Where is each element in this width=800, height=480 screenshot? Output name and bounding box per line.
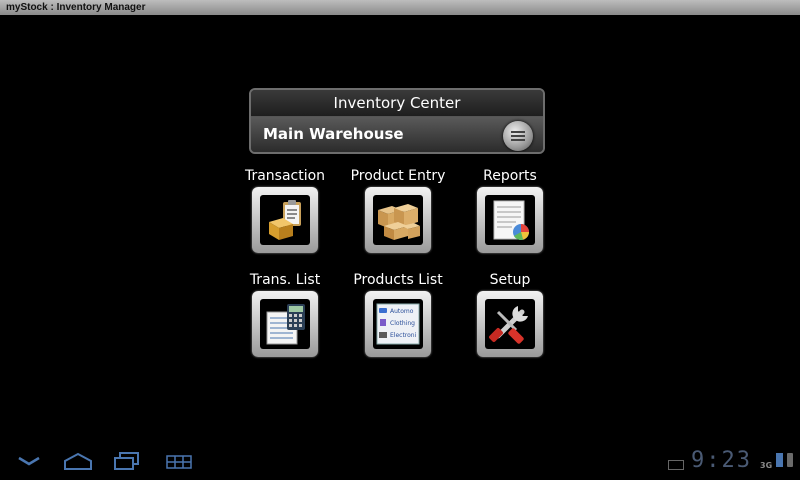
- product-entry-button[interactable]: [365, 187, 431, 253]
- setup-button[interactable]: [477, 291, 543, 357]
- back-icon[interactable]: [18, 454, 40, 468]
- products-list-item: Clothing: [390, 320, 415, 327]
- calculator-list-icon: [266, 304, 305, 345]
- panel-title: Inventory Center: [251, 90, 543, 117]
- warehouse-name: Main Warehouse: [263, 125, 404, 143]
- tile-label: Product Entry: [350, 168, 446, 184]
- warehouse-selector[interactable]: Main Warehouse: [251, 117, 543, 152]
- boxes-icon: [378, 204, 420, 240]
- inventory-center-panel: Inventory Center Main Warehouse: [249, 88, 545, 154]
- tile-products-list[interactable]: Products List Automo Clothing Electroni: [343, 271, 453, 357]
- tile-transaction[interactable]: Transaction: [230, 167, 340, 253]
- tile-label: Trans. List: [249, 272, 321, 288]
- trans-list-button[interactable]: [252, 291, 318, 357]
- tools-icon: [489, 306, 528, 344]
- signal-icon: [776, 453, 783, 467]
- battery-icon: [787, 453, 793, 467]
- menu-icon: [511, 131, 525, 141]
- tile-product-entry[interactable]: Product Entry: [343, 167, 453, 253]
- keyboard-icon: [668, 460, 684, 470]
- tile-label: Products List: [353, 272, 443, 288]
- products-list-item: Electroni: [390, 332, 417, 339]
- tile-label: Setup: [489, 272, 531, 288]
- transaction-button[interactable]: [252, 187, 318, 253]
- tile-setup[interactable]: Setup: [455, 271, 565, 357]
- home-icon[interactable]: [64, 452, 92, 470]
- products-list-icon: Automo Clothing Electroni: [376, 303, 420, 345]
- recent-apps-icon[interactable]: [114, 452, 140, 470]
- reports-button[interactable]: [477, 187, 543, 253]
- products-list-button[interactable]: Automo Clothing Electroni: [365, 291, 431, 357]
- tile-label: Transaction: [244, 168, 326, 184]
- products-list-item: Automo: [390, 308, 414, 315]
- tile-trans-list[interactable]: Trans. List: [230, 271, 340, 357]
- window-title: myStock : Inventory Manager: [0, 0, 800, 15]
- network-type: 3G: [760, 461, 773, 470]
- tile-reports[interactable]: Reports: [455, 167, 565, 253]
- warehouse-menu-button[interactable]: [503, 121, 533, 151]
- status-clock[interactable]: 9:23: [691, 448, 752, 473]
- menu-grid-icon[interactable]: [166, 455, 192, 469]
- report-chart-icon: [493, 200, 529, 240]
- tile-label: Reports: [483, 168, 537, 184]
- clipboard-box-icon: [269, 200, 301, 240]
